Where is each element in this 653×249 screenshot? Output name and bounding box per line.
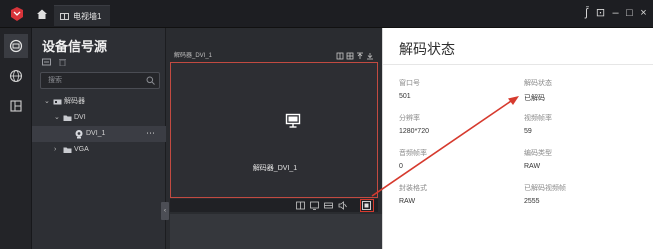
video-wall-area: 解码器_DVI_1 解码器_DVI_1	[166, 28, 382, 249]
field-value-window-number: 501	[399, 93, 411, 100]
panel-title: 解码状态	[399, 41, 455, 57]
title-bar: 电视墙1 ʃ̄ ⊡ – □ ×	[0, 0, 653, 28]
field-value-resolution: 1280*720	[399, 128, 429, 135]
field-label-decoded-frames: 已解码视频帧	[524, 185, 566, 192]
panel-title: 设备信号源	[42, 39, 108, 54]
folder-icon	[63, 147, 72, 153]
panorama-icon[interactable]	[324, 201, 333, 210]
field-label-encode-type: 编码类型	[524, 150, 552, 157]
field-value-decoded-frames: 2555	[524, 198, 540, 205]
chevron-right-icon[interactable]: ›	[54, 142, 56, 158]
tree-node-dvi[interactable]: ⌄ DVI	[32, 110, 166, 126]
field-label-audio-fps: 音频帧率	[399, 150, 427, 157]
video-window[interactable]: 解码器_DVI_1	[170, 62, 378, 198]
screen-icon[interactable]: ⊡	[594, 6, 607, 20]
home-icon[interactable]	[36, 8, 48, 20]
wall-lower-area	[170, 214, 382, 249]
search-placeholder: 搜索	[48, 77, 62, 84]
field-label-video-fps: 视频帧率	[524, 115, 552, 122]
app-screen: 电视墙1 ʃ̄ ⊡ – □ × 设备信号源 搜索 ⌄ 解码器 ⌄ DVI DVI…	[0, 0, 653, 249]
tree-node-dvi-1[interactable]: DVI_1 ⋯	[32, 126, 166, 142]
layout-split-icon[interactable]	[296, 201, 305, 210]
app-logo-icon	[11, 7, 23, 21]
close-button[interactable]: ×	[637, 6, 650, 20]
rail-network[interactable]	[4, 64, 28, 88]
mute-icon[interactable]	[338, 201, 347, 210]
rail-layout[interactable]	[4, 94, 28, 118]
field-value-encode-type: RAW	[524, 163, 541, 170]
delete-icon[interactable]	[58, 58, 67, 66]
tree-node-decoder[interactable]: ⌄ 解码器	[32, 94, 166, 110]
signal-source-panel: 设备信号源 搜索 ⌄ 解码器 ⌄ DVI DVI_1 ⋯ › VGA	[32, 28, 166, 249]
video-toolbar	[170, 199, 378, 212]
grid-icon	[60, 13, 69, 20]
chevron-down-icon[interactable]: ⌄	[44, 94, 50, 110]
more-options-icon[interactable]: ⋯	[146, 125, 155, 141]
folder-icon	[63, 115, 72, 121]
signal-source-icon	[9, 39, 23, 53]
monitor-icon	[285, 113, 301, 128]
globe-icon	[9, 69, 23, 83]
user-icon[interactable]: ʃ̄	[580, 6, 593, 20]
field-value-decode-status: 已解码	[524, 95, 545, 102]
window-title: 解码器_DVI_1	[174, 53, 213, 59]
collapse-panel-button[interactable]: ‹	[161, 202, 169, 220]
search-icon[interactable]	[146, 76, 155, 85]
tree-label: DVI_1	[86, 130, 106, 137]
camera-channel-icon	[75, 130, 83, 139]
nav-rail	[0, 28, 32, 249]
grid-view-icon[interactable]	[346, 52, 354, 60]
field-label-decode-status: 解码状态	[524, 80, 552, 87]
layout-icon	[10, 100, 22, 112]
tab-label: 电视墙1	[73, 12, 102, 21]
search-input[interactable]: 搜索	[40, 72, 160, 89]
tree-label: 解码器	[64, 98, 85, 105]
screen-icon[interactable]	[310, 201, 319, 210]
decoder-icon	[53, 99, 62, 105]
window-split-icon[interactable]	[336, 52, 344, 60]
rail-signal-source[interactable]	[4, 34, 28, 58]
field-value-container-format: RAW	[399, 198, 416, 205]
tree-node-vga[interactable]: › VGA	[32, 142, 166, 158]
window-header: 解码器_DVI_1	[170, 50, 378, 62]
field-value-video-fps: 59	[524, 128, 532, 135]
field-label-resolution: 分辨率	[399, 115, 420, 122]
field-value-audio-fps: 0	[399, 163, 403, 170]
field-label-window-number: 窗口号	[399, 80, 420, 87]
pin-icon[interactable]	[357, 52, 363, 59]
field-label-container-format: 封装格式	[399, 185, 427, 192]
decode-status-highlight	[360, 199, 374, 212]
tree-label: VGA	[74, 146, 89, 153]
chevron-down-icon[interactable]: ⌄	[54, 110, 60, 126]
import-icon[interactable]	[42, 58, 51, 66]
minimize-button[interactable]: –	[609, 6, 622, 20]
tree-label: DVI	[74, 114, 86, 121]
video-label: 解码器_DVI_1	[252, 165, 298, 172]
download-icon[interactable]	[367, 53, 373, 60]
decode-status-panel: 解码状态 窗口号 501 解码状态 已解码 分辨率 1280*720 视频帧率 …	[382, 28, 653, 249]
tab-tv-wall[interactable]: 电视墙1	[54, 5, 110, 26]
maximize-button[interactable]: □	[623, 6, 636, 20]
divider	[383, 64, 653, 65]
